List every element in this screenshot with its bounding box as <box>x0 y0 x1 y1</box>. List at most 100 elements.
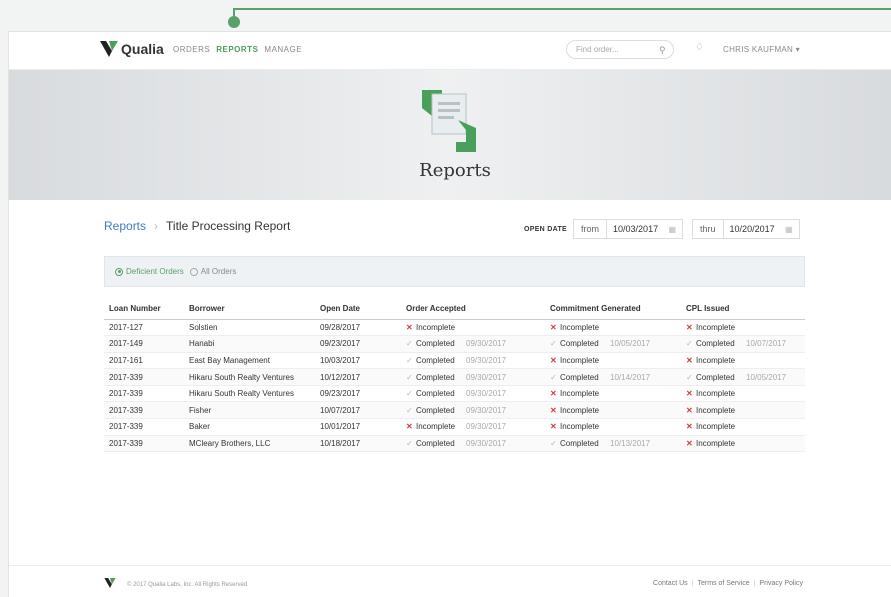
status-text: Completed <box>696 339 735 349</box>
x-icon: ✕ <box>550 389 557 399</box>
contact-link[interactable]: Contact Us <box>653 580 688 587</box>
breadcrumb-reports[interactable]: Reports <box>104 219 146 233</box>
status-date: 09/30/2017 <box>466 422 507 432</box>
nav-manage[interactable]: MANAGE <box>264 45 302 54</box>
table-row[interactable]: 2017-127 Solstien 09/28/2017 ✕ Incomplete ✕ In… <box>104 319 805 337</box>
top-navbar: Qualia ORDERS REPORTS MANAGE Find order.… <box>9 32 891 70</box>
radio-all-orders[interactable]: All Orders <box>189 267 236 276</box>
col-cpl-issued[interactable]: CPL Issued <box>681 299 805 320</box>
cell-loan-number[interactable]: 2017-127 <box>104 319 184 337</box>
footer-separator: | <box>691 580 694 587</box>
check-icon: ✓ <box>406 405 413 415</box>
cell-loan-number[interactable]: 2017-339 <box>104 368 184 386</box>
table-header-row: Loan Number Borrower Open Date Order Acc… <box>104 299 805 320</box>
user-menu[interactable]: CHRIS KAUFMAN ▾ <box>723 45 800 54</box>
cell-borrower: East Bay Management <box>184 352 315 370</box>
cell-open-date: 10/03/2017 <box>315 352 401 370</box>
footer: © 2017 Qualia Labs, Inc. All Rights Rese… <box>9 565 891 597</box>
status-text: Incomplete <box>696 438 736 448</box>
status-date: 10/07/2017 <box>746 339 787 349</box>
cell-loan-number[interactable]: 2017-149 <box>104 335 184 353</box>
cell-order-accepted: ✕ Incomplete <box>401 319 545 337</box>
footer-separator: | <box>753 580 756 587</box>
cell-loan-number[interactable]: 2017-339 <box>104 385 184 403</box>
status-date: 10/13/2017 <box>610 438 651 448</box>
cell-cpl-issued: ✕ Incomplete <box>681 352 805 370</box>
cell-loan-number[interactable]: 2017-339 <box>104 418 184 436</box>
calendar-icon[interactable]: ▦ <box>785 225 793 234</box>
status-text: Incomplete <box>696 405 736 415</box>
radio-deficient-orders[interactable]: Deficient Orders <box>115 267 184 276</box>
table-row[interactable]: 2017-339 Fisher 10/07/2017 ✓ Completed 09/30/… <box>104 401 805 420</box>
cell-commitment-generated: ✓ Completed 10/13/2017 <box>545 435 681 453</box>
col-borrower[interactable]: Borrower <box>184 299 315 320</box>
x-icon: ✕ <box>406 422 413 432</box>
breadcrumb-separator-icon: › <box>154 219 159 233</box>
x-icon: ✕ <box>686 438 693 448</box>
table-row[interactable]: 2017-161 East Bay Management 10/03/2017 ✓ Co… <box>104 352 805 370</box>
thru-label: thru <box>693 220 724 238</box>
status-text: Completed <box>560 438 599 448</box>
privacy-link[interactable]: Privacy Policy <box>759 580 803 587</box>
cell-cpl-issued: ✕ Incomplete <box>681 418 805 436</box>
cell-open-date: 10/18/2017 <box>315 435 401 453</box>
bell-icon[interactable]: ♢ <box>695 42 704 53</box>
open-date-label: OPEN DATE <box>524 225 568 233</box>
cell-order-accepted: ✓ Completed 09/30/2017 <box>401 335 545 353</box>
cell-borrower: Hikaru South Realty Ventures <box>184 385 315 403</box>
cell-commitment-generated: ✓ Completed 10/14/2017 <box>545 368 681 386</box>
cell-commitment-generated: ✕ Incomplete <box>545 418 681 436</box>
check-icon: ✓ <box>406 372 413 382</box>
nav-orders[interactable]: ORDERS <box>173 45 210 54</box>
callout-line <box>233 8 891 18</box>
table-row[interactable]: 2017-339 Hikaru South Realty Ventures 10/1… <box>104 368 805 386</box>
cell-cpl-issued: ✓ Completed 10/05/2017 <box>681 368 805 386</box>
table-row[interactable]: 2017-339 MCleary Brothers, LLC 10/18/2017 ✓… <box>104 435 805 453</box>
check-icon: ✓ <box>550 339 557 349</box>
check-icon: ✓ <box>406 438 413 448</box>
app-logo[interactable]: Qualia <box>100 41 164 57</box>
table-row[interactable]: 2017-149 Hanabi 09/23/2017 ✓ Completed 09/30/… <box>104 335 805 353</box>
cell-cpl-issued: ✕ Incomplete <box>681 319 805 337</box>
status-text: Incomplete <box>560 422 600 432</box>
thru-date-value[interactable]: 10/20/2017 <box>730 224 775 234</box>
status-text: Incomplete <box>560 405 600 415</box>
from-date-field[interactable]: from 10/03/2017 ▦ <box>573 219 684 239</box>
col-loan-number[interactable]: Loan Number <box>104 299 184 320</box>
calendar-icon[interactable]: ▦ <box>668 225 676 234</box>
nav-reports[interactable]: REPORTS <box>216 45 258 54</box>
cell-commitment-generated: ✕ Incomplete <box>545 401 681 420</box>
table-row[interactable]: 2017-339 Hikaru South Realty Ventures 09/2… <box>104 385 805 403</box>
cell-loan-number[interactable]: 2017-161 <box>104 352 184 370</box>
cell-borrower: Baker <box>184 418 315 436</box>
search-input[interactable]: Find order... <box>566 40 674 59</box>
page-title: Reports <box>419 160 491 181</box>
cell-order-accepted: ✓ Completed 09/30/2017 <box>401 368 545 386</box>
col-commitment-generated[interactable]: Commitment Generated <box>545 299 681 320</box>
cell-loan-number[interactable]: 2017-339 <box>104 401 184 420</box>
col-order-accepted[interactable]: Order Accepted <box>401 299 545 320</box>
cell-loan-number[interactable]: 2017-339 <box>104 435 184 453</box>
cell-commitment-generated: ✕ Incomplete <box>545 385 681 403</box>
cell-open-date: 09/28/2017 <box>315 319 401 337</box>
status-date: 09/30/2017 <box>466 355 507 365</box>
open-date-filter: OPEN DATE from 10/03/2017 ▦ thru 10/20/20… <box>524 219 800 239</box>
thru-date-field[interactable]: thru 10/20/2017 ▦ <box>692 219 800 239</box>
page-banner: Reports <box>9 70 891 200</box>
terms-link[interactable]: Terms of Service <box>697 580 749 587</box>
table-row[interactable]: 2017-339 Baker 10/01/2017 ✕ Incomplete 09/30/… <box>104 418 805 436</box>
status-date: 10/14/2017 <box>610 372 651 382</box>
x-icon: ✕ <box>686 389 693 399</box>
x-icon: ✕ <box>686 422 693 432</box>
cell-open-date: 10/01/2017 <box>315 418 401 436</box>
cell-order-accepted: ✓ Completed 09/30/2017 <box>401 401 545 420</box>
from-date-value[interactable]: 10/03/2017 <box>613 224 658 234</box>
col-open-date[interactable]: Open Date <box>315 299 401 320</box>
from-label: from <box>574 220 608 238</box>
cell-cpl-issued: ✕ Incomplete <box>681 385 805 403</box>
cell-borrower: Hanabi <box>184 335 315 353</box>
footer-links: Contact Us | Terms of Service | Privacy Po… <box>653 580 803 587</box>
status-text: Completed <box>416 438 455 448</box>
status-text: Incomplete <box>560 389 600 399</box>
status-text: Incomplete <box>560 322 600 332</box>
